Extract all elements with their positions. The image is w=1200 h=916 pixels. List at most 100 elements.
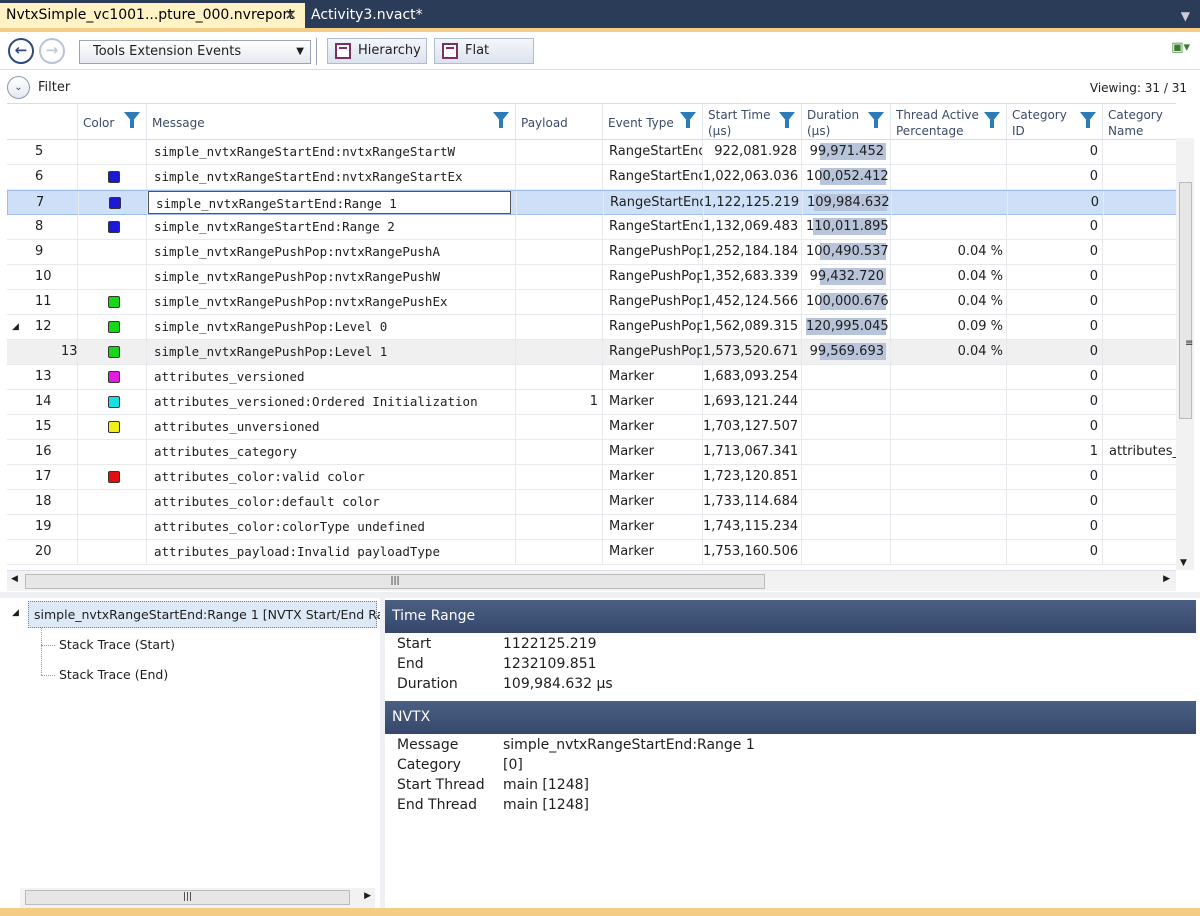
message-cell: simple_nvtxRangePushPop:Level 0 <box>147 315 516 339</box>
back-arrow-icon[interactable]: ← <box>8 38 34 64</box>
scroll-thumb[interactable]: ≡ <box>1179 182 1193 419</box>
tree-root-node[interactable]: simple_nvtxRangeStartEnd:Range 1 [NVTX S… <box>28 601 413 628</box>
row-number-text: 7 <box>36 195 45 210</box>
table-row[interactable]: 8 simple_nvtxRangeStartEnd:Range 2 RangeSt… <box>7 215 1176 240</box>
thread-active-cell: 0.04 % <box>891 240 1007 264</box>
row-number: 11 <box>7 290 78 314</box>
section-header-time-range: Time Range <box>385 600 1196 633</box>
thread-active-cell <box>891 140 1007 164</box>
category-name-cell <box>1103 415 1176 439</box>
collapse-triangle-icon[interactable]: ◢ <box>12 608 19 618</box>
close-tab-icon[interactable]: ✕ <box>284 3 297 28</box>
event-type-cell: Marker <box>603 515 703 539</box>
category-id-cell: 0 <box>1008 191 1104 215</box>
tree-node-stack-trace-end[interactable]: Stack Trace (End) <box>59 667 168 682</box>
message-cell: attributes_unversioned <box>147 415 516 439</box>
column-header-category-id[interactable]: Category ID <box>1007 104 1103 140</box>
table-row[interactable]: 13 simple_nvtxRangePushPop:Level 1 RangePu… <box>7 340 1176 365</box>
prop-value: main [1248] <box>503 797 589 813</box>
filter-expand-icon[interactable]: ⌄ <box>7 76 30 99</box>
filter-funnel-icon[interactable] <box>984 112 1000 128</box>
column-header-duration[interactable]: Duration (µs) <box>802 104 891 140</box>
column-header-event-type[interactable]: Event Type <box>603 104 703 140</box>
color-swatch <box>108 396 120 408</box>
table-row[interactable]: 6 simple_nvtxRangeStartEnd:nvtxRangeStart… <box>7 165 1176 190</box>
duration-cell: 109,984.632 <box>803 191 892 215</box>
tab-dropdown-icon[interactable]: ▼ <box>1181 9 1190 23</box>
category-id-cell: 0 <box>1007 515 1103 539</box>
color-cell <box>79 191 148 215</box>
vertical-scrollbar[interactable]: ≡ ▼ <box>1176 138 1194 570</box>
message-cell: simple_nvtxRangeStartEnd:nvtxRangeStartW <box>147 140 516 164</box>
filter-funnel-icon[interactable] <box>1080 112 1096 128</box>
table-row[interactable]: 11 simple_nvtxRangePushPop:nvtxRangePushE… <box>7 290 1176 315</box>
column-label: Payload <box>521 116 568 130</box>
table-row[interactable]: 9 simple_nvtxRangePushPop:nvtxRangePushA R… <box>7 240 1176 265</box>
filter-funnel-icon[interactable] <box>779 112 795 128</box>
message-cell: attributes_versioned:Ordered Initializat… <box>147 390 516 414</box>
tab-nvreport[interactable]: NvtxSimple_vc1001...pture_000.nvreport ✕ <box>0 3 305 28</box>
filter-funnel-icon[interactable] <box>680 112 696 128</box>
table-row[interactable]: 13 attributes_versioned Marker 1,683,093.25… <box>7 365 1176 390</box>
prop-name: Category <box>397 757 461 773</box>
duration-cell: 99,971.452 <box>802 140 891 164</box>
scroll-thumb[interactable]: ||| <box>25 890 350 905</box>
payload-cell <box>516 240 603 264</box>
collapse-triangle-icon[interactable]: ◢ <box>12 315 19 339</box>
table-row[interactable]: 10 simple_nvtxRangePushPop:nvtxRangePushW… <box>7 265 1176 290</box>
duration-text: 100,490.537 <box>806 244 889 259</box>
scroll-right-icon[interactable]: ▶ <box>1163 574 1170 584</box>
column-header-start-time[interactable]: Start Time (µs) <box>703 104 802 140</box>
table-row[interactable]: 15 attributes_unversioned Marker 1,703,127.… <box>7 415 1176 440</box>
filter-funnel-icon[interactable] <box>493 112 509 128</box>
forward-arrow-icon[interactable]: → <box>39 38 65 64</box>
column-header-payload[interactable]: Payload <box>516 104 603 140</box>
category-name-cell <box>1103 165 1176 189</box>
row-number-text: 18 <box>35 494 52 509</box>
thread-active-cell <box>891 415 1007 439</box>
excel-export-icon[interactable]: ▣▾ <box>1171 40 1190 55</box>
column-header-color[interactable]: Color <box>78 104 147 140</box>
page-selector-dropdown[interactable]: Tools Extension Events ▼ <box>79 40 311 64</box>
hierarchy-button[interactable]: Hierarchy <box>327 38 427 64</box>
column-header-num[interactable] <box>7 104 78 140</box>
event-type-cell: Marker <box>603 415 703 439</box>
table-row[interactable]: 5 simple_nvtxRangeStartEnd:nvtxRangeStart… <box>7 140 1176 165</box>
category-name-cell <box>1103 390 1176 414</box>
start-time-cell: 1,122,125.219 <box>704 191 803 215</box>
table-row[interactable]: 18 attributes_color:default color Marker 1,… <box>7 490 1176 515</box>
column-unit: (µs) <box>708 124 732 138</box>
tab-activity[interactable]: Activity3.nvact* <box>305 3 465 28</box>
row-number: 17 <box>7 465 78 489</box>
start-time-cell: 1,683,093.254 <box>703 365 802 389</box>
message-cell[interactable]: simple_nvtxRangeStartEnd:Range 1 <box>148 191 517 215</box>
duration-text: 100,000.676 <box>806 294 889 309</box>
scroll-left-icon[interactable]: ◀ <box>11 574 18 584</box>
table-row[interactable]: 14 attributes_versioned:Ordered Initializ… <box>7 390 1176 415</box>
table-row[interactable]: 16 attributes_category Marker 1,713,067.341… <box>7 440 1176 465</box>
color-cell <box>78 165 147 189</box>
table-row[interactable]: 20 attributes_payload:Invalid payloadType… <box>7 540 1176 565</box>
message-cell: attributes_color:colorType undefined <box>147 515 516 539</box>
scroll-thumb[interactable]: ||| <box>25 574 765 589</box>
table-row[interactable]: 19 attributes_color:colorType undefined Ma… <box>7 515 1176 540</box>
event-type-cell: RangePushPop <box>603 265 703 289</box>
column-header-category-name[interactable]: Category Name <box>1103 104 1176 140</box>
tree-horizontal-scrollbar[interactable]: ||| ▶ <box>20 888 375 908</box>
horizontal-scrollbar[interactable]: ◀ ||| ▶ <box>7 570 1176 591</box>
table-row[interactable]: ◢ 12 simple_nvtxRangePushPop:Level 0 RangeP… <box>7 315 1176 340</box>
start-time-cell: 1,452,124.566 <box>703 290 802 314</box>
filter-funnel-icon[interactable] <box>868 112 884 128</box>
column-header-thread-active[interactable]: Thread Active Percentage <box>891 104 1007 140</box>
row-number: 16 <box>7 440 78 464</box>
flat-button[interactable]: Flat <box>434 38 534 64</box>
prop-value: 1232109.851 <box>503 656 597 672</box>
table-row[interactable]: 17 attributes_color:valid color Marker 1,72… <box>7 465 1176 490</box>
column-header-message[interactable]: Message <box>147 104 516 140</box>
scroll-down-icon[interactable]: ▼ <box>1180 558 1187 568</box>
scroll-right-icon[interactable]: ▶ <box>364 891 371 901</box>
tree-node-stack-trace-start[interactable]: Stack Trace (Start) <box>59 637 175 652</box>
column-label: Color <box>83 116 115 130</box>
table-row[interactable]: 7 simple_nvtxRangeStartEnd:Range 1 RangeSt… <box>7 190 1176 215</box>
filter-funnel-icon[interactable] <box>124 112 140 128</box>
